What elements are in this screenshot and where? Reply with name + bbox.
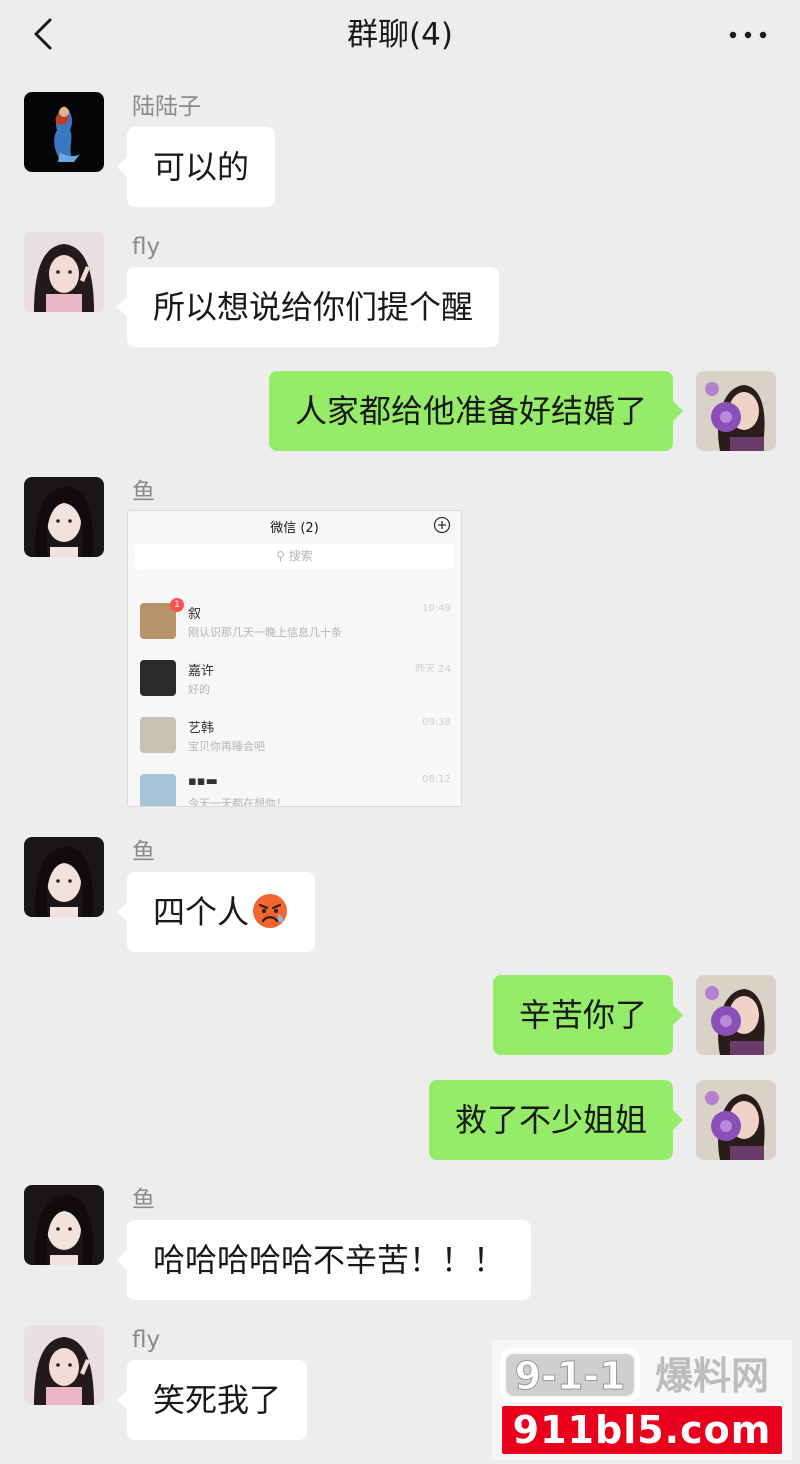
svg-text:9-1-1: 9-1-1 [515, 1354, 626, 1398]
chat-preview: 好的 [188, 683, 210, 696]
avatar[interactable] [696, 371, 776, 451]
message-bubble[interactable]: 哈哈哈哈哈不辛苦！！！ [116, 1220, 532, 1300]
message-bubble[interactable]: 笑死我了 [116, 1360, 308, 1440]
chat-name: 艺韩 [188, 721, 215, 736]
avatar[interactable] [696, 975, 776, 1055]
message-bubble[interactable]: 可以的 [116, 127, 276, 207]
search-icon: ⚲ [276, 549, 285, 563]
screenshot-search-bar: ⚲ 搜索 [135, 544, 454, 569]
chat-header: 群聊(4) [0, 0, 800, 72]
screenshot-header: 微信 (2) [128, 511, 461, 539]
chat-preview: 刚认识那几天一晚上信息几十条 [188, 626, 342, 639]
more-dots-icon[interactable] [726, 20, 770, 50]
chat-name: 叙 [188, 607, 202, 622]
chat-time: 08:12 [422, 774, 451, 785]
chat-list-item: 嘉许 好的 昨天 24 [128, 650, 461, 706]
chat-list-item: ▪︎▪︎▬ 今天一天都在想你！ 08:12 [128, 764, 461, 807]
chat-preview: 宝贝你再睡会吧 [188, 740, 265, 753]
chat-preview: 今天一天都在想你！ [188, 797, 287, 807]
chat-list-item: 1 叙 刚认识那几天一晚上信息几十条 10:49 [128, 593, 461, 649]
message-bubble[interactable]: 所以想说给你们提个醒 [116, 267, 500, 347]
sender-name: 陆陆子 [132, 94, 201, 120]
avatar[interactable] [24, 232, 104, 312]
message-bubble[interactable]: 辛苦你了 [492, 975, 684, 1055]
sender-name: 鱼 [132, 839, 155, 865]
avatar [140, 717, 176, 753]
watermark-logo: 9-1-1 爆料网 [500, 1348, 769, 1402]
message-text: 四个人 [153, 893, 250, 931]
chat-title: 群聊(4) [347, 17, 453, 53]
sender-name: 鱼 [132, 479, 155, 505]
message-bubble[interactable]: 救了不少姐姐 [428, 1080, 684, 1160]
avatar[interactable] [24, 1185, 104, 1265]
unread-badge: 1 [170, 598, 184, 612]
angry-crying-emoji [253, 894, 288, 928]
screenshot-title: 微信 (2) [270, 521, 319, 536]
sender-name: fly [132, 1327, 161, 1353]
chat-time: 09:38 [422, 717, 451, 728]
message-bubble[interactable]: 人家都给他准备好结婚了 [268, 371, 684, 451]
search-placeholder: 搜索 [288, 549, 313, 563]
chat-name: ▪︎▪︎▬ [188, 774, 218, 789]
plus-circle-icon [433, 516, 451, 534]
chat-name: 嘉许 [188, 664, 215, 679]
avatar [140, 774, 176, 806]
avatar[interactable] [24, 837, 104, 917]
avatar[interactable] [696, 1080, 776, 1160]
svg-text:爆料网: 爆料网 [655, 1354, 769, 1398]
watermark: 9-1-1 爆料网 911bl5.com [492, 1340, 792, 1460]
chat-list-item: 艺韩 宝贝你再睡会吧 09:38 [128, 707, 461, 763]
sender-name: 鱼 [132, 1187, 155, 1213]
avatar[interactable] [24, 477, 104, 557]
chat-time: 昨天 24 [415, 664, 451, 675]
avatar [140, 660, 176, 696]
chat-time: 10:49 [422, 603, 451, 614]
sender-name: fly [132, 234, 161, 260]
avatar[interactable] [24, 92, 104, 172]
message-bubble[interactable]: 四个人 [116, 872, 316, 952]
shared-screenshot[interactable]: 微信 (2) ⚲ 搜索 1 叙 刚认识那几天一晚上信息几十条 10:49 嘉许 … [127, 510, 462, 807]
avatar[interactable] [24, 1325, 104, 1405]
watermark-url: 911bl5.com [502, 1406, 782, 1454]
